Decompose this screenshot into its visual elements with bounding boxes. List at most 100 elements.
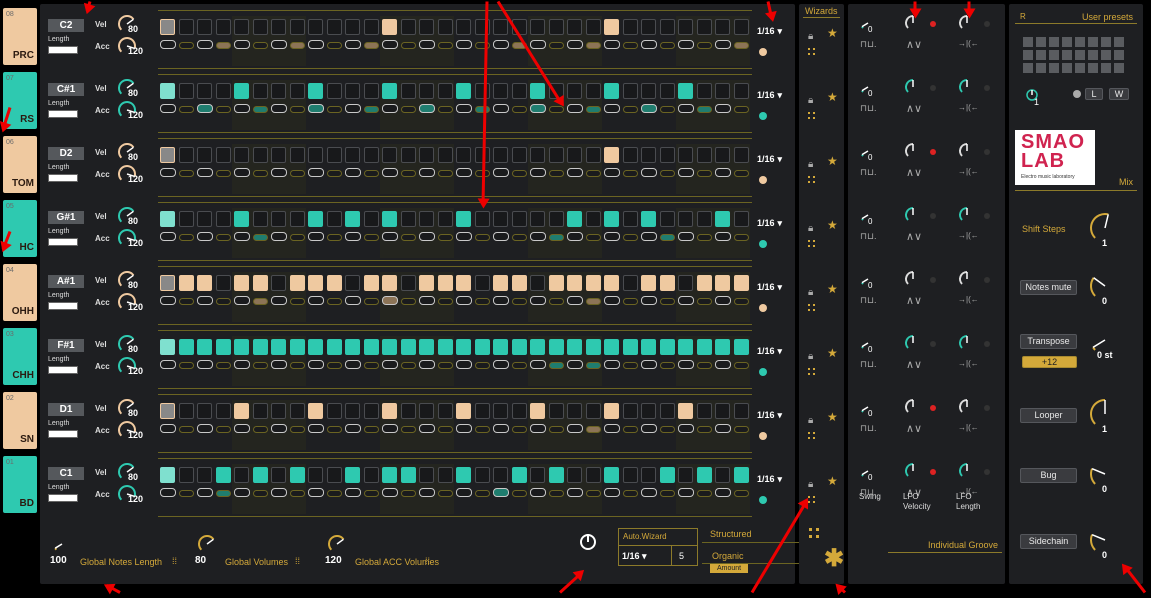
step-pad[interactable] <box>696 19 712 35</box>
accent-pad[interactable] <box>382 40 398 49</box>
step-pad[interactable] <box>437 275 453 291</box>
step-pad[interactable] <box>326 275 342 291</box>
accent-pad[interactable] <box>400 490 416 497</box>
step-pad[interactable] <box>715 275 730 291</box>
lock-icon[interactable]: 🔒︎ <box>808 415 813 426</box>
accent-pad[interactable] <box>659 106 675 113</box>
step-pad[interactable] <box>678 467 693 483</box>
step-pad[interactable] <box>271 211 286 227</box>
compress-icon[interactable]: →|(← <box>958 39 979 48</box>
triangle-wave-icon[interactable]: ∧∨ <box>906 102 922 115</box>
lfo-velocity-knob[interactable] <box>904 334 922 352</box>
accent-pad[interactable] <box>419 168 435 177</box>
accent-pad[interactable] <box>604 488 620 497</box>
step-pad[interactable] <box>382 83 397 99</box>
accent-pad[interactable] <box>382 424 398 433</box>
accent-pad[interactable] <box>289 490 305 497</box>
accent-pad[interactable] <box>252 490 268 497</box>
step-pad[interactable] <box>308 467 323 483</box>
step-pad[interactable] <box>178 467 194 483</box>
rate-dropdown[interactable]: 1/16 ▾ <box>757 410 782 421</box>
step-pad[interactable] <box>567 83 582 99</box>
step-pad[interactable] <box>567 147 582 163</box>
accent-pad[interactable] <box>289 234 305 241</box>
step-pad[interactable] <box>511 211 527 227</box>
length-slider[interactable] <box>48 238 78 246</box>
step-pad[interactable] <box>585 211 601 227</box>
step-pad[interactable] <box>252 403 268 419</box>
step-pad[interactable] <box>567 211 582 227</box>
accent-pad[interactable] <box>493 360 509 369</box>
step-pad[interactable] <box>493 403 508 419</box>
square-wave-icon[interactable]: ⊓⊔. <box>860 167 877 178</box>
step-pad[interactable] <box>715 83 730 99</box>
step-pad[interactable] <box>400 19 416 35</box>
accent-pad[interactable] <box>234 40 250 49</box>
accent-pad[interactable] <box>585 234 601 241</box>
accent-pad[interactable] <box>733 490 749 497</box>
step-pad[interactable] <box>493 467 508 483</box>
accent-pad[interactable] <box>271 232 287 241</box>
step-pad[interactable] <box>733 339 749 355</box>
square-wave-icon[interactable]: ⊓⊔. <box>860 359 877 370</box>
rate-dropdown[interactable]: 1/16 ▾ <box>757 474 782 485</box>
step-pad[interactable] <box>733 211 749 227</box>
square-wave-icon[interactable]: ⊓⊔. <box>860 295 877 306</box>
track-button-tom[interactable]: 06 TOM <box>3 136 37 193</box>
accent-pad[interactable] <box>437 234 453 241</box>
accent-pad[interactable] <box>271 296 287 305</box>
accent-pad[interactable] <box>363 170 379 177</box>
step-pad[interactable] <box>234 403 249 419</box>
accent-pad[interactable] <box>400 234 416 241</box>
rate-dropdown[interactable]: 1/16 ▾ <box>757 154 782 165</box>
track-button-bd[interactable]: 01 BD <box>3 456 37 513</box>
accent-pad[interactable] <box>308 232 324 241</box>
step-pad[interactable] <box>326 403 342 419</box>
accent-pad[interactable] <box>252 234 268 241</box>
accent-pad[interactable] <box>234 232 250 241</box>
accent-pad[interactable] <box>567 104 583 113</box>
step-pad[interactable] <box>289 19 305 35</box>
step-pad[interactable] <box>400 403 416 419</box>
step-pad[interactable] <box>289 403 305 419</box>
lfo-length-led[interactable] <box>984 85 990 91</box>
preset-slot[interactable] <box>1036 50 1046 60</box>
auto-wizard-rate[interactable]: 1/16 ▾ <box>622 551 647 562</box>
accent-pad[interactable] <box>678 104 694 113</box>
accent-pad[interactable] <box>678 296 694 305</box>
accent-pad[interactable] <box>308 40 324 49</box>
step-pad[interactable] <box>530 211 545 227</box>
step-pad[interactable] <box>271 19 286 35</box>
lfo-length-knob[interactable] <box>958 206 976 224</box>
lfo-length-knob[interactable] <box>958 270 976 288</box>
accent-pad[interactable] <box>696 170 712 177</box>
accent-pad[interactable] <box>271 360 287 369</box>
triangle-wave-icon[interactable]: ∧∨ <box>906 358 922 371</box>
step-pad[interactable] <box>197 467 212 483</box>
step-pad[interactable] <box>622 211 638 227</box>
step-pad[interactable] <box>530 467 545 483</box>
lfo-velocity-knob[interactable] <box>904 142 922 160</box>
transpose-octave-button[interactable]: +12 <box>1022 356 1077 368</box>
step-pad[interactable] <box>715 467 730 483</box>
step-pad[interactable] <box>567 339 582 355</box>
accent-pad[interactable] <box>733 42 749 49</box>
step-pad[interactable] <box>493 83 508 99</box>
step-pad[interactable] <box>215 147 231 163</box>
note-selector[interactable]: D1 <box>48 403 84 416</box>
step-pad[interactable] <box>160 403 175 419</box>
step-pad[interactable] <box>585 467 601 483</box>
step-pad[interactable] <box>345 275 360 291</box>
accent-pad[interactable] <box>585 298 601 305</box>
step-pad[interactable] <box>197 339 212 355</box>
triangle-wave-icon[interactable]: ∧∨ <box>906 166 922 179</box>
accent-pad[interactable] <box>678 232 694 241</box>
step-pad[interactable] <box>289 147 305 163</box>
step-pad[interactable] <box>585 19 601 35</box>
step-pad[interactable] <box>271 275 286 291</box>
accent-pad[interactable] <box>400 106 416 113</box>
accent-pad[interactable] <box>678 488 694 497</box>
step-pad[interactable] <box>715 339 730 355</box>
accent-pad[interactable] <box>345 488 361 497</box>
step-pad[interactable] <box>511 467 527 483</box>
